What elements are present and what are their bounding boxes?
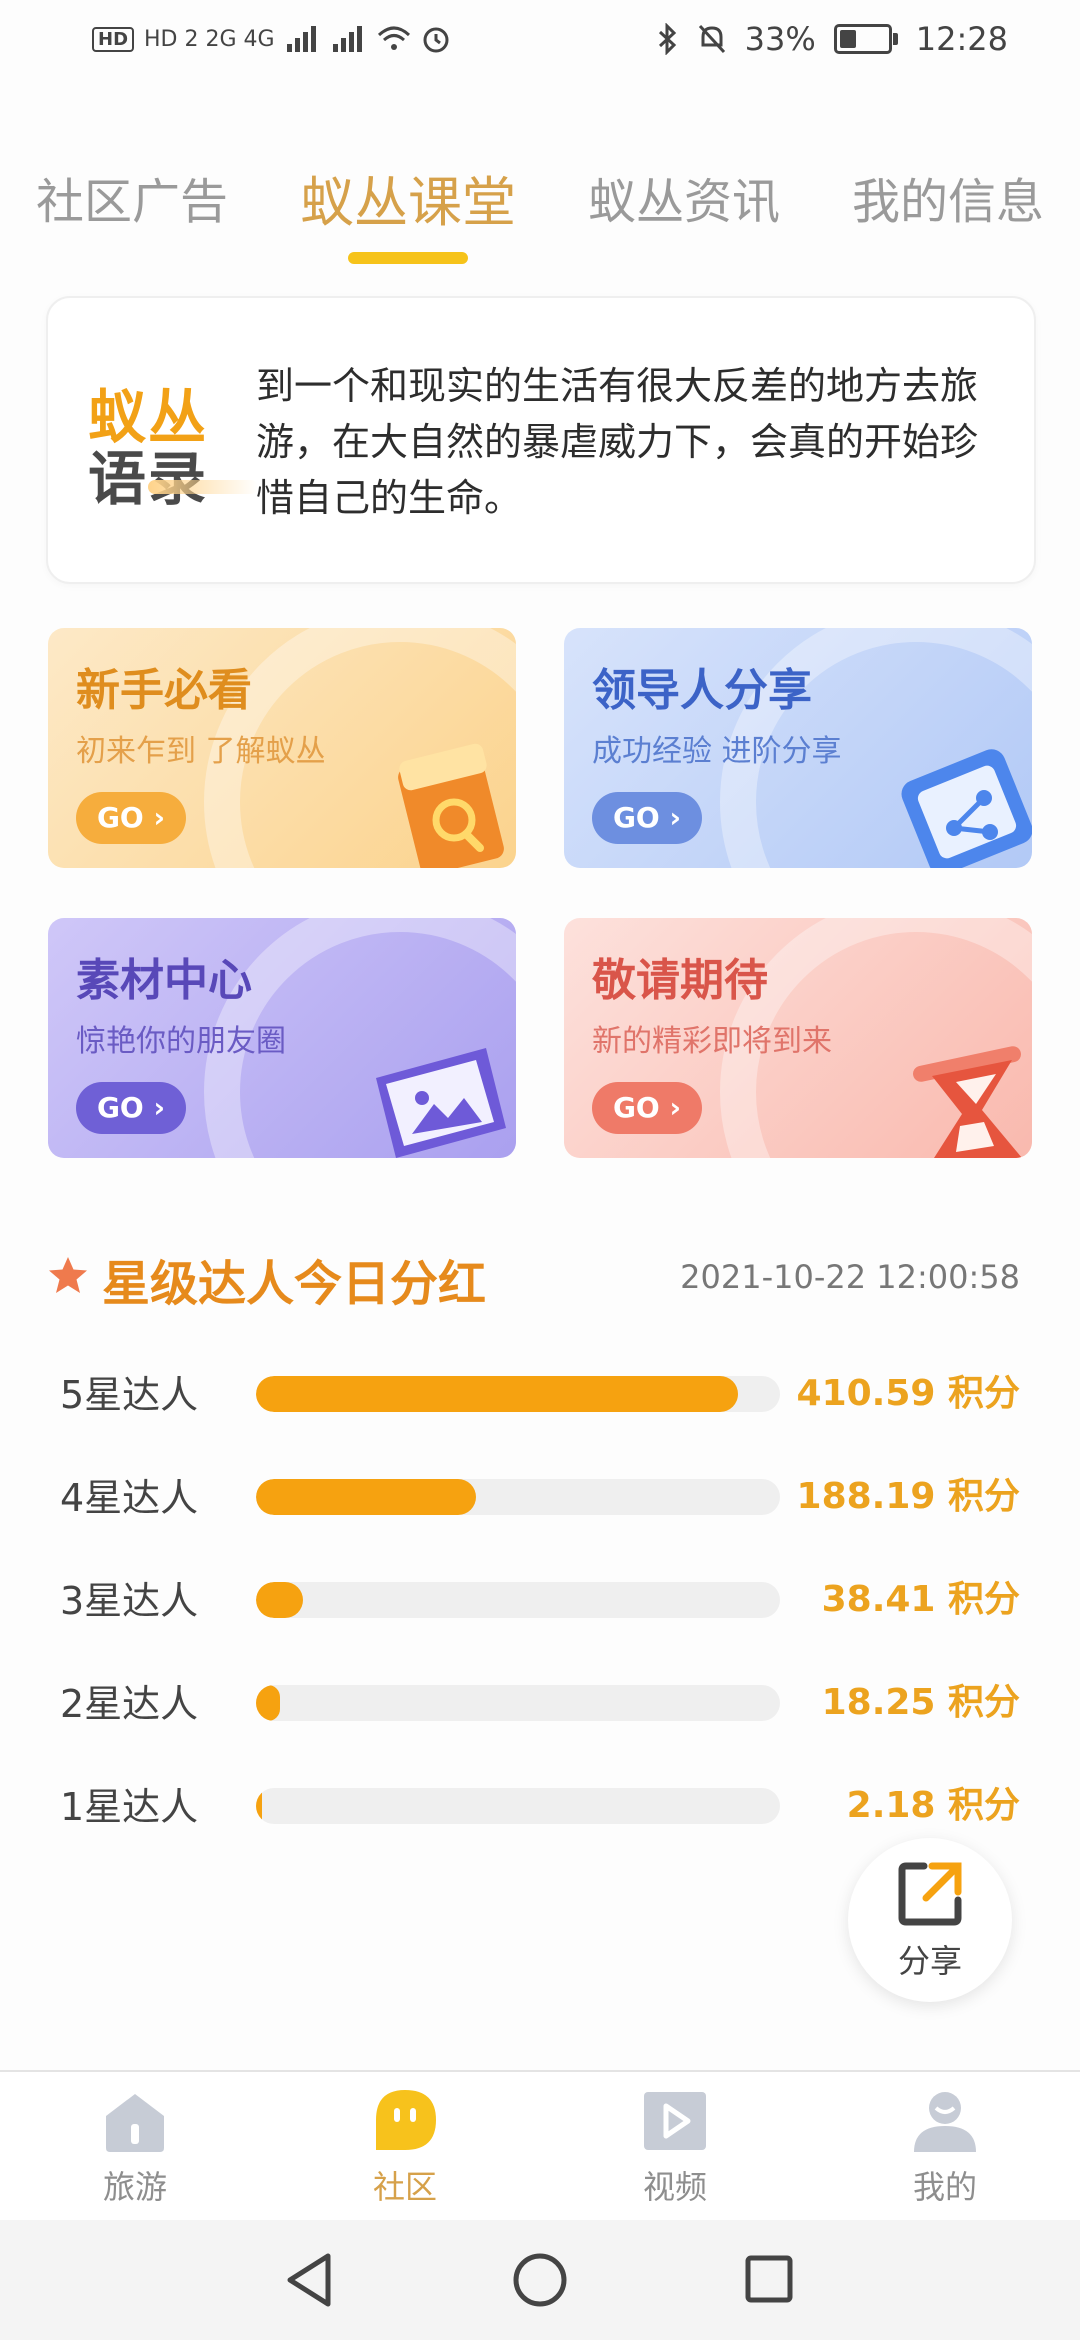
quote-text: 到一个和现实的生活有很大反差的地方去旅游，在大自然的暴虐威力下，会真的开始珍惜自… xyxy=(256,364,979,520)
nav-label: 旅游 xyxy=(102,2168,167,2206)
system-nav-bar xyxy=(0,2220,1080,2340)
rank-row: 3星达人 38.41 积分 xyxy=(60,1568,1020,1628)
nav-label: 社区 xyxy=(372,2168,437,2206)
nav-label: 视频 xyxy=(642,2168,707,2206)
image-folder-icon xyxy=(376,1048,506,1158)
quote-logo-line2: 语录 xyxy=(88,445,209,513)
go-button[interactable]: GO › xyxy=(592,792,702,844)
tab-classroom[interactable]: 蚁丛课堂 xyxy=(300,158,516,237)
card-title: 领导人分享 xyxy=(592,665,812,716)
rank-timestamp: 2021-10-22 12:00:58 xyxy=(680,1258,1020,1296)
rank-bar-track xyxy=(256,1479,780,1515)
card-title: 敬请期待 xyxy=(592,955,768,1006)
nav-travel[interactable]: 旅游 xyxy=(0,2072,270,2222)
home-icon xyxy=(106,2094,164,2152)
mute-bell-icon xyxy=(698,24,725,54)
share-external-icon xyxy=(898,1862,962,1926)
rank-bar-fill xyxy=(256,1479,477,1515)
rank-label: 3星达人 xyxy=(60,1579,199,1623)
wifi-icon xyxy=(377,26,410,50)
alarm-icon xyxy=(423,27,449,53)
rank-bar-track xyxy=(256,1685,780,1721)
community-icon xyxy=(376,2090,436,2150)
share-label: 分享 xyxy=(897,1942,962,1980)
network-indicator: HD 2 2G 4G xyxy=(144,26,275,52)
rank-value: 2.18 积分 xyxy=(846,1785,1020,1826)
share-nodes-icon xyxy=(901,749,1032,868)
book-search-icon xyxy=(398,743,504,868)
card-subtitle: 惊艳你的朋友圈 xyxy=(76,1024,286,1059)
rank-row: 5星达人 410.59 积分 xyxy=(60,1362,1020,1422)
quote-card: 蚁丛 语录 到一个和现实的生活有很大反差的地方去旅游，在大自然的暴虐威力下，会真… xyxy=(46,296,1036,584)
home-circle-icon[interactable] xyxy=(512,2252,568,2308)
bluetooth-icon xyxy=(658,23,676,55)
battery-percent: 33% xyxy=(744,20,816,58)
rank-label: 4星达人 xyxy=(60,1476,199,1520)
hourglass-icon xyxy=(913,1046,1022,1158)
tab-community-ads[interactable]: 社区广告 xyxy=(36,162,228,232)
nav-video[interactable]: 视频 xyxy=(540,2072,810,2222)
rank-value: 410.59 积分 xyxy=(796,1373,1020,1414)
rank-label: 1星达人 xyxy=(60,1785,199,1829)
card-coming-soon[interactable]: 敬请期待 新的精彩即将到来 GO › xyxy=(564,918,1032,1158)
go-button[interactable]: GO › xyxy=(76,1082,186,1134)
rank-row: 2星达人 18.25 积分 xyxy=(60,1671,1020,1731)
bottom-nav: 旅游 社区 视频 我的 xyxy=(0,2070,1080,2222)
rank-value: 38.41 积分 xyxy=(821,1579,1020,1620)
nav-community[interactable]: 社区 xyxy=(270,2072,540,2222)
rank-bar-fill xyxy=(256,1685,280,1721)
status-bar: HD HD 2 2G 4G 33% 12:28 xyxy=(0,0,1080,86)
rank-bar-fill xyxy=(256,1788,263,1824)
tab-indicator xyxy=(348,252,468,264)
rank-header: 星级达人今日分红 2021-10-22 12:00:58 xyxy=(46,1240,1036,1320)
rank-bar-fill xyxy=(256,1376,739,1412)
card-title: 新手必看 xyxy=(76,665,252,716)
battery-icon xyxy=(833,24,898,54)
card-subtitle: 新的精彩即将到来 xyxy=(592,1024,832,1059)
hd-badge: HD xyxy=(92,26,135,52)
rank-row: 4星达人 188.19 积分 xyxy=(60,1465,1020,1525)
card-newbie-guide[interactable]: 新手必看 初来乍到 了解蚁丛 GO › xyxy=(48,628,516,868)
signal-icon xyxy=(286,26,316,52)
go-button[interactable]: GO › xyxy=(592,1082,702,1134)
go-button[interactable]: GO › xyxy=(76,792,186,844)
rank-value: 18.25 积分 xyxy=(821,1682,1020,1723)
rank-bar-track xyxy=(256,1376,780,1412)
rank-label: 2星达人 xyxy=(60,1682,199,1726)
card-subtitle: 成功经验 进阶分享 xyxy=(592,734,842,769)
rank-bar-fill xyxy=(256,1582,304,1618)
rank-bar-track xyxy=(256,1582,780,1618)
signal-icon-2 xyxy=(332,26,362,52)
star-icon xyxy=(49,1257,87,1293)
rank-label: 5星达人 xyxy=(60,1373,199,1417)
clock: 12:28 xyxy=(915,20,1008,58)
rank-bar-track xyxy=(256,1788,780,1824)
profile-icon xyxy=(914,2092,976,2152)
recents-icon[interactable] xyxy=(744,2254,794,2304)
video-icon xyxy=(644,2092,706,2150)
nav-label: 我的 xyxy=(912,2168,977,2206)
rank-value: 188.19 积分 xyxy=(796,1476,1020,1517)
rank-title: 星级达人今日分红 xyxy=(102,1256,487,1312)
tab-news[interactable]: 蚁丛资讯 xyxy=(588,162,780,232)
rank-row: 1星达人 2.18 积分 xyxy=(60,1774,1020,1834)
nav-mine[interactable]: 我的 xyxy=(810,2072,1080,2222)
card-leader-share[interactable]: 领导人分享 成功经验 进阶分享 GO › xyxy=(564,628,1032,868)
top-tabs: 社区广告 蚁丛课堂 蚁丛资讯 我的信息 xyxy=(0,150,1080,270)
back-icon[interactable] xyxy=(284,2252,334,2308)
card-title: 素材中心 xyxy=(76,955,252,1006)
quote-logo: 蚁丛 语录 xyxy=(88,370,264,513)
share-button[interactable]: 分享 xyxy=(848,1838,1012,2002)
card-material-center[interactable]: 素材中心 惊艳你的朋友圈 GO › xyxy=(48,918,516,1158)
card-subtitle: 初来乍到 了解蚁丛 xyxy=(76,734,326,769)
tab-my-info[interactable]: 我的信息 xyxy=(852,162,1044,232)
